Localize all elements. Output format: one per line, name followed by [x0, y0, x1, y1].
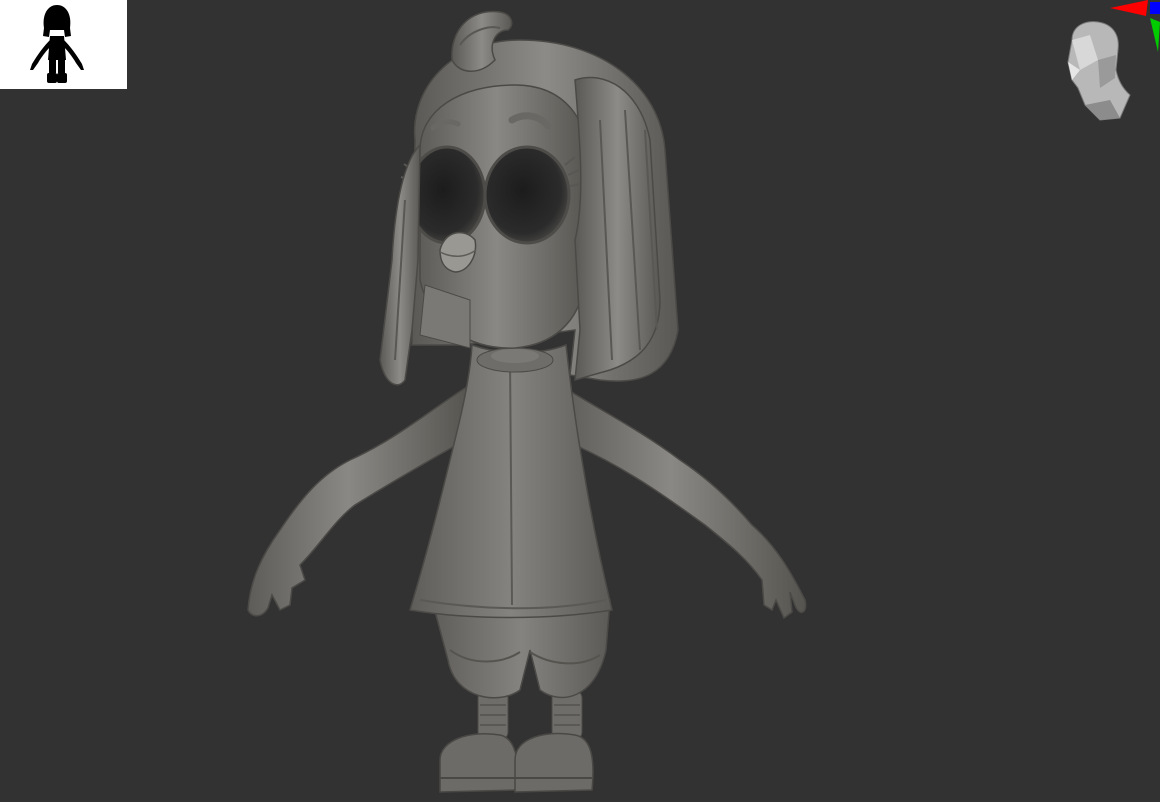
right-shoe	[514, 732, 594, 793]
x-axis-icon[interactable]	[1110, 0, 1148, 16]
z-axis-icon[interactable]	[1150, 2, 1160, 14]
right-eye	[483, 145, 571, 245]
sculpted-character-model[interactable]	[230, 0, 830, 802]
y-axis-icon[interactable]	[1150, 18, 1160, 52]
silhouette-thumbnail[interactable]	[0, 0, 127, 89]
3d-viewport-canvas[interactable]	[0, 0, 1160, 802]
left-shoe	[439, 733, 520, 793]
character-silhouette-icon	[30, 5, 84, 83]
navigation-head-icon[interactable]	[1067, 21, 1131, 121]
navigation-gizmo[interactable]	[1060, 0, 1160, 125]
